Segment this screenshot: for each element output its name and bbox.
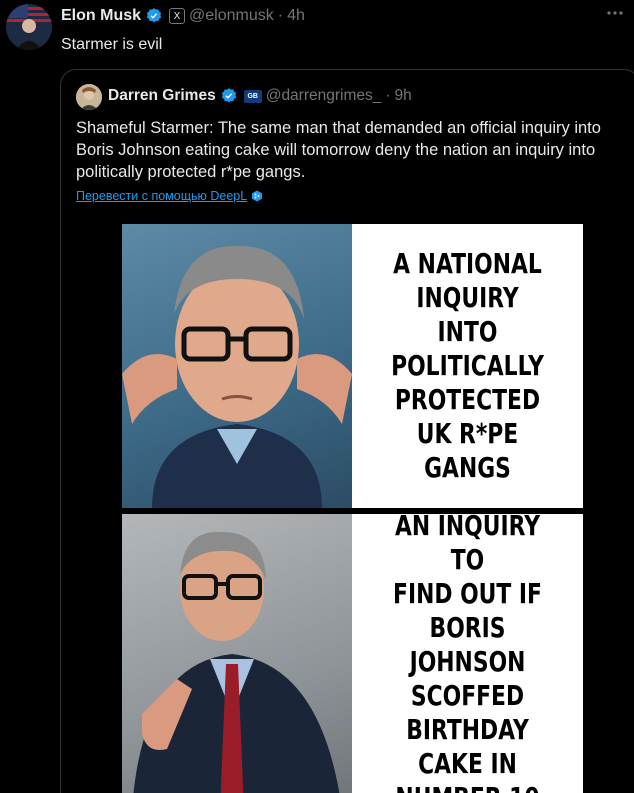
- header-separator: ·: [277, 7, 284, 24]
- quoted-author-handle[interactable]: @darrengrimes_: [266, 87, 382, 105]
- quoted-post[interactable]: Darren Grimes GB @darrengrimes_ · 9h Sha…: [60, 69, 634, 793]
- author-avatar[interactable]: [6, 4, 52, 50]
- affiliate-badge-icon: X: [169, 8, 186, 24]
- author-handle[interactable]: @elonmusk: [189, 7, 274, 25]
- quoted-author-name[interactable]: Darren Grimes: [108, 87, 216, 105]
- verified-badge-icon: [221, 88, 236, 103]
- quoted-author-avatar[interactable]: [76, 84, 102, 110]
- author-name[interactable]: Elon Musk: [61, 7, 141, 25]
- ellipsis-icon[interactable]: [606, 4, 624, 27]
- meme-image[interactable]: A NATIONAL INQUIRY INTO POLITICALLY PROT…: [122, 224, 583, 793]
- affiliate-badge-icon: GB: [243, 89, 262, 103]
- quoted-post-header: Darren Grimes GB @darrengrimes_ · 9h: [108, 87, 412, 105]
- post-text: Starmer is evil: [61, 36, 163, 53]
- meme-bottom-photo: [122, 514, 352, 793]
- meme-bottom-caption: AN INQUIRY TO FIND OUT IF BORIS JOHNSON …: [393, 509, 542, 793]
- translate-link-label[interactable]: Перевести с помощью DeepL: [76, 189, 247, 203]
- translate-link[interactable]: Перевести с помощью DeepL: [76, 189, 263, 203]
- post-header: Elon Musk X @elonmusk · 4h: [61, 7, 305, 25]
- quoted-post-text: Shameful Starmer: The same man that dema…: [76, 119, 601, 181]
- deepl-icon: [252, 190, 263, 202]
- post-time[interactable]: 4h: [287, 7, 305, 25]
- meme-top-photo: [122, 224, 352, 508]
- post: Elon Musk X @elonmusk · 4h Starmer is ev…: [0, 0, 634, 793]
- meme-top-caption: A NATIONAL INQUIRY INTO POLITICALLY PROT…: [391, 247, 544, 484]
- verified-badge-icon: [146, 8, 162, 23]
- quoted-post-time[interactable]: 9h: [395, 87, 412, 105]
- header-separator: ·: [385, 87, 391, 104]
